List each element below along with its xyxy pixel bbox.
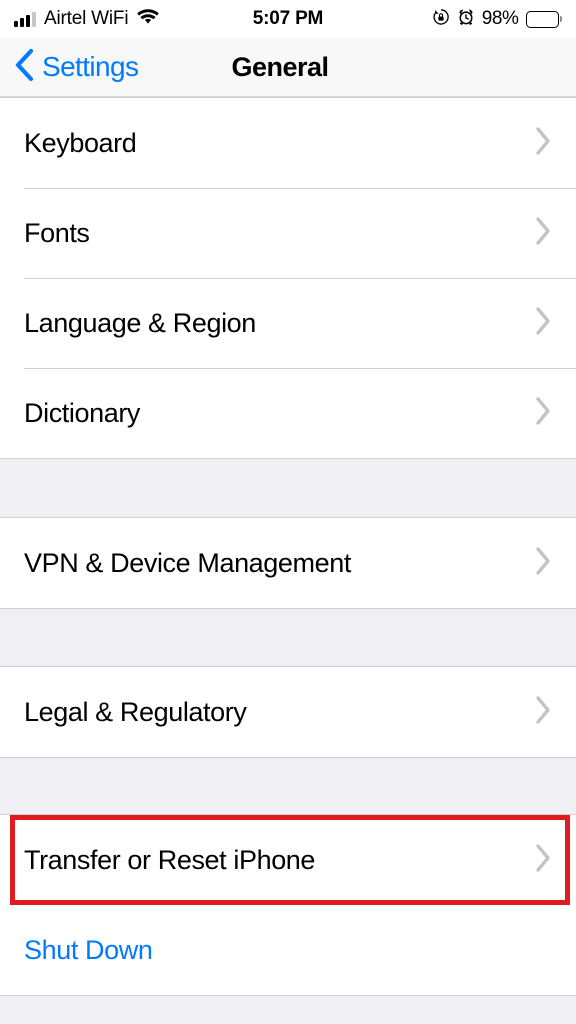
navigation-bar: Settings General	[0, 38, 576, 97]
row-label: VPN & Device Management	[24, 547, 351, 578]
row-label: Transfer or Reset iPhone	[24, 844, 316, 875]
settings-group-input: Keyboard Fonts Language & Region Diction…	[0, 97, 576, 459]
battery-full-icon	[525, 10, 562, 28]
iphone-settings-screen: Airtel WiFi 5:07 PM 98% Settings General…	[0, 0, 576, 1024]
chevron-right-icon	[535, 843, 552, 878]
settings-row-dictionary[interactable]: Dictionary	[0, 368, 576, 458]
status-bar: Airtel WiFi 5:07 PM 98%	[0, 0, 576, 38]
signal-bars-icon	[14, 11, 36, 27]
settings-row-transfer-or-reset-iphone[interactable]: Transfer or Reset iPhone	[0, 815, 576, 905]
wifi-icon	[136, 8, 160, 31]
alarm-clock-icon	[457, 8, 475, 31]
status-bar-right: 98%	[288, 8, 562, 31]
row-label: Dictionary	[24, 397, 141, 428]
group-spacer	[0, 459, 576, 517]
chevron-right-icon	[535, 126, 552, 161]
row-label: Shut Down	[24, 934, 153, 965]
chevron-right-icon	[535, 396, 552, 431]
carrier-label: Airtel WiFi	[44, 8, 129, 29]
rotation-lock-icon	[432, 8, 450, 31]
back-button[interactable]: Settings	[0, 48, 139, 87]
chevron-left-icon	[13, 48, 35, 87]
chevron-right-icon	[535, 546, 552, 581]
group-spacer	[0, 758, 576, 814]
settings-group-legal: Legal & Regulatory	[0, 666, 576, 758]
settings-group-management: VPN & Device Management	[0, 517, 576, 609]
group-spacer	[0, 609, 576, 666]
settings-row-keyboard[interactable]: Keyboard	[0, 98, 576, 188]
settings-row-legal-regulatory[interactable]: Legal & Regulatory	[0, 667, 576, 757]
row-label: Keyboard	[24, 127, 137, 158]
settings-row-shut-down[interactable]: Shut Down	[0, 905, 576, 995]
settings-list[interactable]: Keyboard Fonts Language & Region Diction…	[0, 97, 576, 1024]
chevron-right-icon	[535, 695, 552, 730]
settings-row-language-region[interactable]: Language & Region	[0, 278, 576, 368]
battery-percent-label: 98%	[481, 8, 519, 29]
chevron-right-icon	[535, 216, 552, 251]
settings-row-fonts[interactable]: Fonts	[0, 188, 576, 278]
bottom-spacer	[0, 996, 576, 1024]
back-button-label: Settings	[42, 51, 139, 82]
row-label: Language & Region	[24, 307, 256, 338]
highlighted-row-wrapper: Transfer or Reset iPhone	[0, 815, 576, 905]
chevron-right-icon	[535, 306, 552, 341]
settings-row-vpn-device-management[interactable]: VPN & Device Management	[0, 518, 576, 608]
row-label: Fonts	[24, 217, 90, 248]
settings-group-reset: Transfer or Reset iPhone Shut Down	[0, 814, 576, 996]
status-bar-left: Airtel WiFi	[14, 8, 288, 31]
row-label: Legal & Regulatory	[24, 696, 247, 727]
